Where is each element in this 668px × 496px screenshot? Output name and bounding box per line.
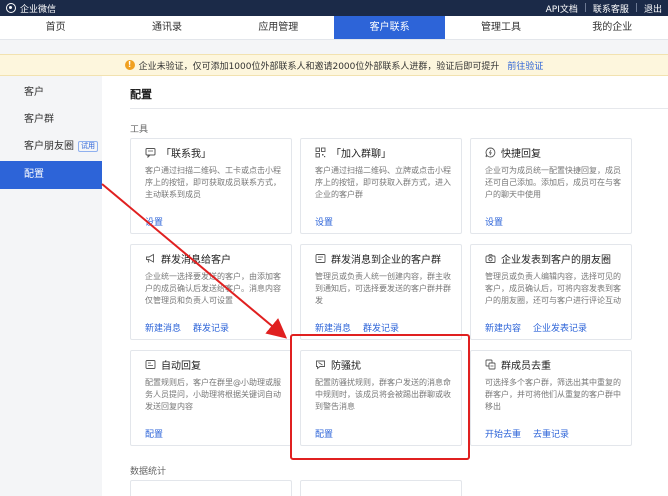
card-title: 自动回复 bbox=[161, 361, 201, 372]
setup-link[interactable]: 设置 bbox=[485, 215, 503, 228]
nav-tab-management-tools[interactable]: 管理工具 bbox=[445, 16, 556, 39]
card-mass-message-groups[interactable]: 群发消息到企业的客户群 管理员或负责人统一创建内容，群主收到通知后，可选择要发送… bbox=[300, 244, 462, 340]
top-links: API文档 | 联系客服 | 退出 bbox=[546, 2, 662, 15]
new-message-link[interactable]: 新建消息 bbox=[145, 321, 181, 334]
group-broadcast-icon bbox=[315, 253, 326, 264]
megaphone-icon bbox=[145, 253, 156, 264]
sidebar-item-moments[interactable]: 客户朋友圈 试用 bbox=[0, 134, 102, 160]
card-description: 配置防骚扰规则，群客户发送的消息命中规则时，该成员将会被踢出群聊或收到警告消息 bbox=[315, 378, 451, 411]
card-quick-reply[interactable]: 快捷回复 企业可为成员统一配置快捷回复，成员还可自己添加。添加后，成员可在与客户… bbox=[470, 138, 632, 234]
nav-tab-contacts[interactable]: 通讯录 bbox=[111, 16, 222, 39]
section-label-stats: 数据统计 bbox=[130, 467, 167, 477]
api-docs-link[interactable]: API文档 bbox=[546, 2, 578, 15]
verification-notice: ! 企业未验证，仅可添加1000位外部联系人和邀请2000位外部联系人进群，验证… bbox=[0, 54, 668, 76]
card-description: 客户通过扫描二维码、工卡或点击小程序上的按钮，即可获取成员联系方式，主动联系到成… bbox=[145, 166, 281, 199]
card-title: 企业发表到客户的朋友圈 bbox=[501, 255, 611, 266]
card-stats-partial[interactable] bbox=[300, 480, 462, 496]
main-nav: 首页 通讯录 应用管理 客户联系 管理工具 我的企业 bbox=[0, 16, 668, 40]
card-auto-reply[interactable]: 自动回复 配置规则后，客户在群里@小助理或服务人员提问，小助理将根据关键词自动发… bbox=[130, 350, 292, 446]
notice-text: 企业未验证，仅可添加1000位外部联系人和邀请2000位外部联系人进群，验证后即… bbox=[138, 61, 500, 72]
card-description: 配置规则后，客户在群里@小助理或服务人员提问，小助理将根据关键词自动发送回复内容 bbox=[145, 378, 281, 411]
anti-harass-icon bbox=[315, 359, 326, 370]
nav-tab-my-company[interactable]: 我的企业 bbox=[557, 16, 668, 39]
sidebar-item-label: 客户群 bbox=[24, 114, 54, 125]
card-description: 客户通过扫描二维码、立牌或点击小程序上的按钮，即可获取入群方式，进入企业的客户群 bbox=[315, 166, 451, 199]
card-title: 群发消息到企业的客户群 bbox=[331, 255, 441, 266]
section-label-tools: 工具 bbox=[130, 125, 149, 135]
nav-tab-customer-contact[interactable]: 客户联系 bbox=[333, 16, 446, 39]
card-stats-partial[interactable] bbox=[130, 480, 292, 496]
dedupe-icon bbox=[485, 359, 496, 370]
card-description: 管理员或负责人统一创建内容，群主收到通知后，可选择要发送的客户群并群发 bbox=[315, 272, 451, 305]
configure-link[interactable]: 配置 bbox=[145, 427, 163, 440]
card-description: 企业可为成员统一配置快捷回复，成员还可自己添加。添加后，成员可在与客户的聊天中使… bbox=[485, 166, 621, 199]
sidebar: 客户 客户群 客户朋友圈 试用 配置 bbox=[0, 76, 102, 496]
mass-send-records-link[interactable]: 群发记录 bbox=[193, 321, 229, 334]
card-title: 快捷回复 bbox=[501, 149, 541, 160]
quick-reply-icon bbox=[485, 147, 496, 158]
qrcode-icon bbox=[315, 147, 326, 158]
card-member-dedupe[interactable]: 群成员去重 可选择多个客户群，筛选出其中重复的群客户，并可将他们从重复的客户群中… bbox=[470, 350, 632, 446]
start-dedupe-link[interactable]: 开始去重 bbox=[485, 427, 521, 440]
card-join-group[interactable]: 「加入群聊」 客户通过扫描二维码、立牌或点击小程序上的按钮，即可获取入群方式，进… bbox=[300, 138, 462, 234]
top-bar: 企业微信 API文档 | 联系客服 | 退出 bbox=[0, 0, 668, 16]
contact-support-link[interactable]: 联系客服 bbox=[593, 2, 629, 15]
camera-icon bbox=[485, 253, 496, 264]
main-content: 配置 工具 「联系我」 客户通过扫描二维码、工卡或点击小程序上的按钮，即可获取成… bbox=[102, 76, 668, 496]
new-content-link[interactable]: 新建内容 bbox=[485, 321, 521, 334]
warning-icon: ! bbox=[124, 60, 135, 70]
nav-tab-apps[interactable]: 应用管理 bbox=[223, 16, 334, 39]
separator: | bbox=[634, 3, 638, 13]
card-title: 防骚扰 bbox=[331, 361, 361, 372]
trial-badge: 试用 bbox=[78, 140, 98, 152]
card-title: 「联系我」 bbox=[161, 149, 211, 160]
sidebar-item-label: 客户 bbox=[24, 87, 44, 98]
brand[interactable]: 企业微信 bbox=[6, 2, 56, 15]
mass-send-records-link[interactable]: 群发记录 bbox=[363, 321, 399, 334]
configure-link[interactable]: 配置 bbox=[315, 427, 333, 440]
brand-name: 企业微信 bbox=[20, 4, 57, 15]
card-contact-me[interactable]: 「联系我」 客户通过扫描二维码、工卡或点击小程序上的按钮，即可获取成员联系方式，… bbox=[130, 138, 292, 234]
card-title: 「加入群聊」 bbox=[331, 149, 391, 160]
nav-tab-home[interactable]: 首页 bbox=[0, 16, 111, 39]
card-mass-message-customers[interactable]: 群发消息给客户 企业统一选择要发送的客户，由添加客户的成员确认后发送给客户。消息… bbox=[130, 244, 292, 340]
sidebar-item-label: 客户朋友圈 bbox=[24, 141, 74, 152]
setup-link[interactable]: 设置 bbox=[145, 215, 163, 228]
card-company-moments[interactable]: 企业发表到客户的朋友圈 管理员或负责人编辑内容，选择可见的客户，成员确认后，可将… bbox=[470, 244, 632, 340]
logout-link[interactable]: 退出 bbox=[644, 2, 662, 15]
chat-icon bbox=[145, 147, 156, 158]
sidebar-item-customers[interactable]: 客户 bbox=[0, 80, 102, 106]
sidebar-item-customer-groups[interactable]: 客户群 bbox=[0, 107, 102, 133]
separator: | bbox=[583, 3, 587, 13]
sidebar-item-config[interactable]: 配置 bbox=[0, 161, 102, 189]
auto-reply-icon bbox=[145, 359, 156, 370]
card-title: 群发消息给客户 bbox=[161, 255, 231, 266]
divider bbox=[130, 108, 668, 109]
card-description: 企业统一选择要发送的客户，由添加客户的成员确认后发送给客户。消息内容仅管理员和负… bbox=[145, 272, 281, 305]
card-description: 管理员或负责人编辑内容，选择可见的客户，成员确认后，可将内容发表到客户的朋友圈，… bbox=[485, 272, 621, 305]
sidebar-item-label: 配置 bbox=[24, 169, 44, 180]
publish-records-link[interactable]: 企业发表记录 bbox=[533, 321, 587, 334]
new-message-link[interactable]: 新建消息 bbox=[315, 321, 351, 334]
dedupe-records-link[interactable]: 去重记录 bbox=[533, 427, 569, 440]
wecom-logo-icon bbox=[6, 3, 16, 13]
setup-link[interactable]: 设置 bbox=[315, 215, 333, 228]
card-title: 群成员去重 bbox=[501, 361, 551, 372]
card-anti-harassment[interactable]: 防骚扰 配置防骚扰规则，群客户发送的消息命中规则时，该成员将会被踢出群聊或收到警… bbox=[300, 350, 462, 446]
page-title: 配置 bbox=[130, 88, 152, 101]
card-description: 可选择多个客户群，筛选出其中重复的群客户，并可将他们从重复的客户群中移出 bbox=[485, 378, 621, 411]
verify-link[interactable]: 前往验证 bbox=[507, 59, 543, 72]
